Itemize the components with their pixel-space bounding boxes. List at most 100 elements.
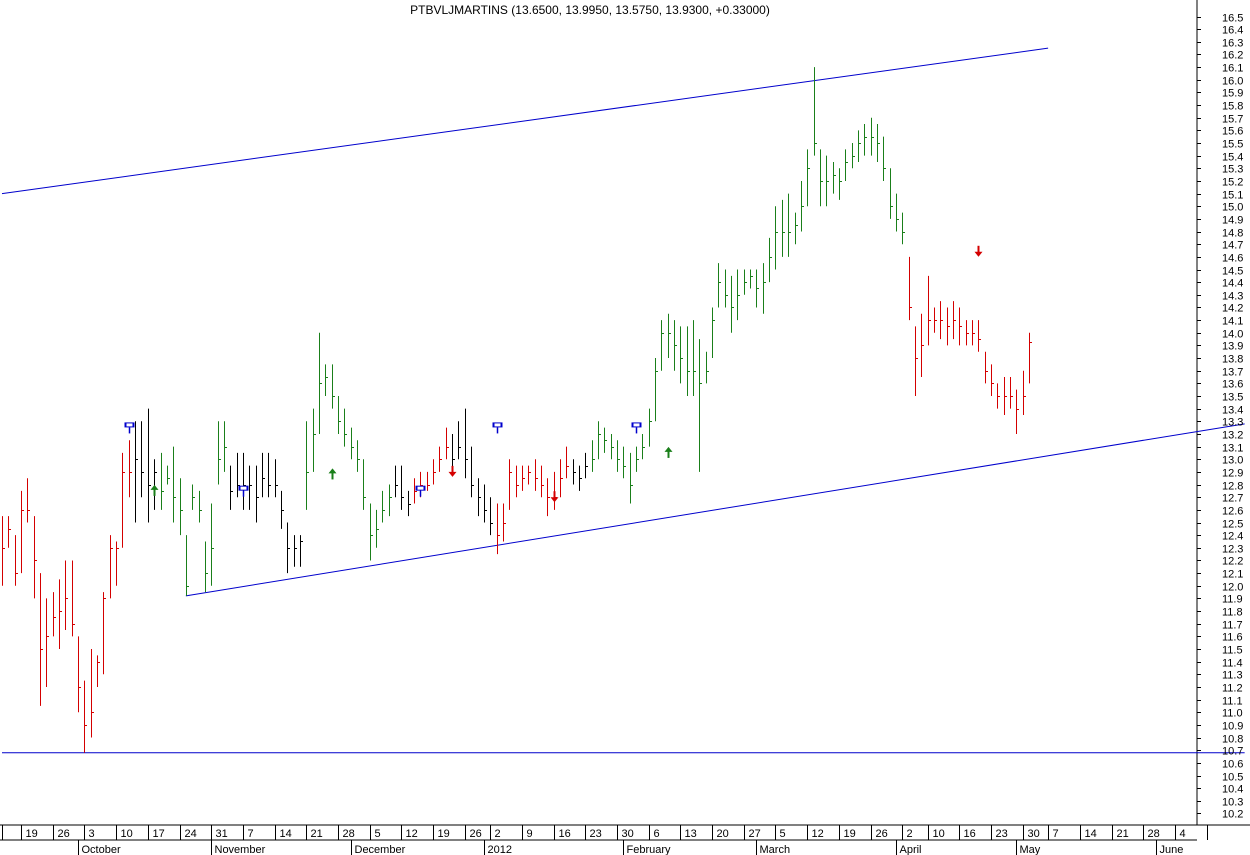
y-tick-label: 13.4 — [1222, 405, 1243, 417]
x-month-label: December — [355, 844, 406, 855]
flag-inner — [126, 423, 133, 427]
x-month-label: May — [1020, 844, 1041, 855]
y-tick-label: 10.4 — [1222, 784, 1243, 796]
x-day-label: 26 — [58, 828, 70, 840]
y-tick-label: 11.1 — [1222, 696, 1243, 708]
y-tick-label: 16.3 — [1222, 38, 1243, 50]
x-day-label: 23 — [996, 828, 1008, 840]
y-tick-label: 12.7 — [1222, 493, 1243, 505]
y-tick-label: 12.2 — [1222, 556, 1243, 568]
y-tick-label: 12.5 — [1222, 519, 1243, 531]
y-tick-label: 11.0 — [1222, 708, 1243, 720]
y-tick-label: 14.7 — [1222, 240, 1243, 252]
x-day-label: 19 — [26, 828, 38, 840]
x-day-label: 30 — [1028, 828, 1040, 840]
y-tick-label: 13.1 — [1222, 443, 1243, 455]
x-day-label: 3 — [89, 828, 95, 840]
y-tick-label: 12.9 — [1222, 468, 1243, 480]
x-day-label: 14 — [280, 828, 292, 840]
y-tick-label: 12.4 — [1222, 531, 1243, 543]
y-tick-label: 12.0 — [1222, 582, 1243, 594]
x-day-label: 26 — [470, 828, 482, 840]
x-day-label: 21 — [1117, 828, 1129, 840]
x-day-label: 17 — [153, 828, 165, 840]
y-tick-label: 10.2 — [1222, 809, 1243, 821]
y-tick-label: 16.0 — [1222, 76, 1243, 88]
x-day-label: 12 — [812, 828, 824, 840]
y-tick-label: 13.9 — [1222, 341, 1243, 353]
flag-inner — [494, 423, 501, 427]
y-tick-label: 15.4 — [1222, 152, 1243, 164]
x-month-label: 2012 — [488, 844, 512, 855]
y-tick-label: 15.3 — [1222, 164, 1243, 176]
x-day-label: 31 — [216, 828, 228, 840]
x-day-label: 12 — [406, 828, 418, 840]
x-day-label: 14 — [1085, 828, 1097, 840]
x-day-label: 6 — [654, 828, 660, 840]
x-month-label: February — [627, 844, 672, 855]
y-tick-label: 15.8 — [1222, 101, 1243, 113]
y-tick-label: 11.8 — [1222, 607, 1243, 619]
y-tick-label: 15.7 — [1222, 114, 1243, 126]
flag-inner — [240, 486, 247, 490]
y-tick-label: 16.1 — [1222, 63, 1243, 75]
x-day-label: 16 — [559, 828, 571, 840]
x-day-label: 10 — [121, 828, 133, 840]
x-day-label: 19 — [438, 828, 450, 840]
y-tick-label: 13.7 — [1222, 367, 1243, 379]
y-tick-label: 14.3 — [1222, 291, 1243, 303]
y-tick-label: 11.7 — [1222, 620, 1243, 632]
y-tick-label: 11.4 — [1222, 658, 1243, 670]
y-tick-label: 12.3 — [1222, 544, 1243, 556]
y-tick-label: 11.3 — [1222, 670, 1243, 682]
x-day-label: 2 — [907, 828, 913, 840]
y-tick-label: 14.6 — [1222, 253, 1243, 265]
flag-inner — [633, 423, 640, 427]
x-month-label: October — [82, 844, 121, 855]
x-month-label: April — [900, 844, 922, 855]
x-day-label: 24 — [185, 828, 197, 840]
y-tick-label: 15.6 — [1222, 126, 1243, 138]
y-tick-label: 12.6 — [1222, 506, 1243, 518]
x-day-label: 10 — [933, 828, 945, 840]
x-day-label: 9 — [527, 828, 533, 840]
y-tick-label: 13.6 — [1222, 379, 1243, 391]
y-tick-label: 11.2 — [1222, 683, 1243, 695]
y-tick-label: 15.5 — [1222, 139, 1243, 151]
y-tick-label: 10.6 — [1222, 759, 1243, 771]
x-day-label: 2 — [495, 828, 501, 840]
x-day-label: 13 — [685, 828, 697, 840]
x-day-label: 7 — [248, 828, 254, 840]
y-tick-label: 14.1 — [1222, 316, 1243, 328]
x-day-label: 5 — [375, 828, 381, 840]
y-tick-label: 13.3 — [1222, 417, 1243, 429]
y-tick-label: 16.4 — [1222, 25, 1243, 37]
x-day-label: 28 — [1148, 828, 1160, 840]
x-day-label: 30 — [622, 828, 634, 840]
y-tick-label: 12.8 — [1222, 481, 1243, 493]
y-tick-label: 15.9 — [1222, 88, 1243, 100]
y-tick-label: 13.2 — [1222, 430, 1243, 442]
y-tick-label: 11.5 — [1222, 645, 1243, 657]
y-tick-label: 12.1 — [1222, 569, 1243, 581]
y-tick-label: 13.5 — [1222, 392, 1243, 404]
x-day-label: 16 — [964, 828, 976, 840]
x-day-label: 26 — [876, 828, 888, 840]
chart-background — [0, 0, 1250, 855]
y-tick-label: 13.8 — [1222, 354, 1243, 366]
chart-title: PTBVLJMARTINS (13.6500, 13.9950, 13.5750… — [410, 3, 770, 17]
x-day-label: 4 — [1180, 828, 1186, 840]
flag-inner — [417, 486, 424, 490]
y-tick-label: 14.0 — [1222, 329, 1243, 341]
stock-chart: PTBVLJMARTINS (13.6500, 13.9950, 13.5750… — [0, 0, 1250, 855]
y-tick-label: 13.0 — [1222, 455, 1243, 467]
y-tick-label: 16.2 — [1222, 50, 1243, 62]
y-tick-label: 10.3 — [1222, 797, 1243, 809]
x-day-label: 21 — [311, 828, 323, 840]
x-day-label: 20 — [717, 828, 729, 840]
y-tick-label: 15.0 — [1222, 202, 1243, 214]
x-month-label: March — [760, 844, 791, 855]
x-day-label: 5 — [780, 828, 786, 840]
y-tick-label: 14.8 — [1222, 228, 1243, 240]
x-month-label: June — [1160, 844, 1184, 855]
